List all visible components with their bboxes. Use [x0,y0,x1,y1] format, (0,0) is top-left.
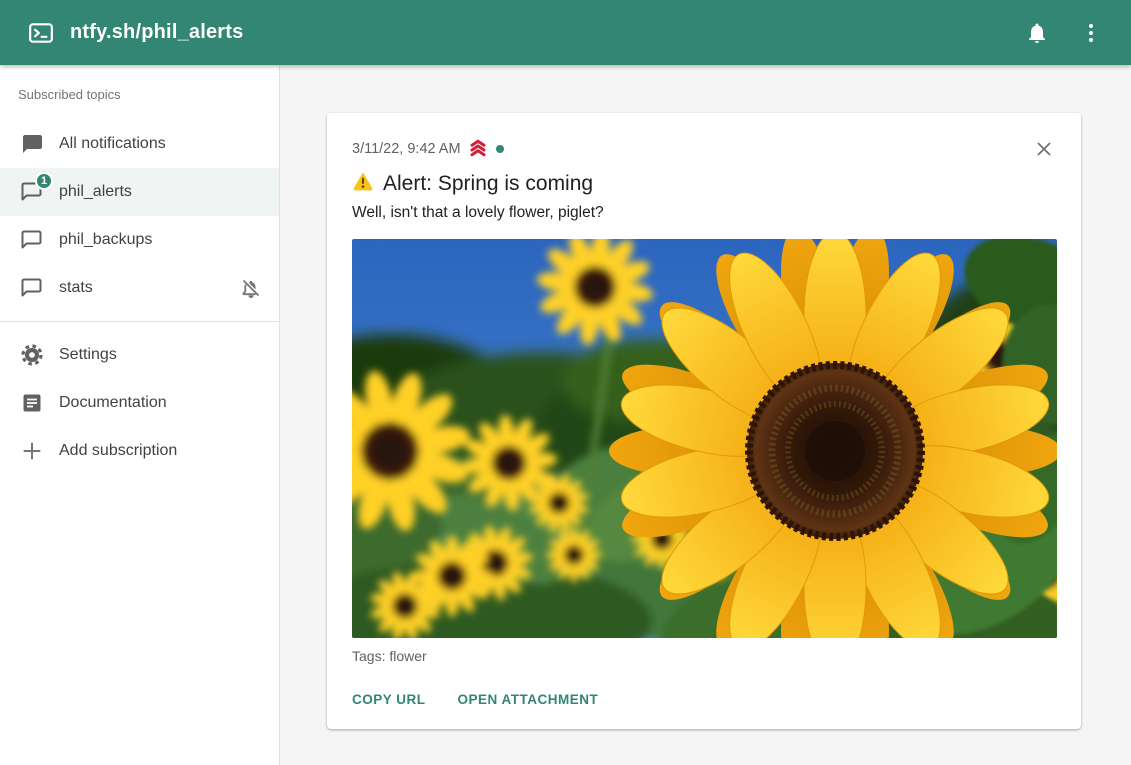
chat-filled-icon [20,132,44,156]
main-content: 3/11/22, 9:42 AM [280,65,1131,765]
copy-url-button[interactable]: COPY URL [352,690,426,709]
plus-icon [20,439,44,463]
priority-max-icon [468,137,488,161]
close-notification-button[interactable] [1031,136,1057,162]
notification-timestamp: 3/11/22, 9:42 AM [352,141,461,157]
app-bar: ntfy.sh/phil_alerts [0,0,1131,65]
sidebar-item-label: stats [59,279,93,297]
app-title: ntfy.sh/phil_alerts [70,21,243,44]
sidebar-item-label: Settings [59,346,117,364]
sidebar-item-label: phil_backups [59,231,152,249]
sidebar-item-label: All notifications [59,135,166,153]
chat-outline-icon [20,228,44,252]
unread-dot-icon [496,145,504,153]
sidebar-item-stats[interactable]: stats [0,264,279,312]
sidebar-item-add-subscription[interactable]: Add subscription [0,427,279,475]
sidebar-item-all-notifications[interactable]: All notifications [0,120,279,168]
open-attachment-button[interactable]: OPEN ATTACHMENT [458,690,599,709]
sidebar-divider [0,321,279,322]
sidebar: Subscribed topics All notifications 1 ph… [0,65,280,765]
unread-count-badge: 1 [35,172,53,190]
notifications-muted-icon [239,276,263,300]
notifications-bell-button[interactable] [1023,19,1051,47]
sidebar-item-label: Add subscription [59,442,177,460]
sidebar-item-settings[interactable]: Settings [0,331,279,379]
notification-body: Well, isn't that a lovely flower, piglet… [352,204,1057,222]
sidebar-item-label: phil_alerts [59,183,132,201]
notification-card: 3/11/22, 9:42 AM [327,113,1081,729]
sidebar-item-phil-alerts[interactable]: 1 phil_alerts [0,168,279,216]
chat-outline-icon: 1 [20,180,44,204]
sidebar-item-documentation[interactable]: Documentation [0,379,279,427]
gear-icon [20,343,44,367]
ntfy-terminal-logo-icon [28,20,54,46]
subscribed-topics-label: Subscribed topics [0,87,279,102]
notification-actions: COPY URL OPEN ATTACHMENT [352,690,1057,709]
overflow-menu-button[interactable] [1077,19,1105,47]
notification-title-row: Alert: Spring is coming [352,170,1057,198]
sidebar-item-phil-backups[interactable]: phil_backups [0,216,279,264]
notification-tags: Tags: flower [352,648,1057,664]
attachment-image[interactable] [352,239,1057,638]
notification-meta-row: 3/11/22, 9:42 AM [352,136,1057,162]
chat-outline-icon [20,276,44,300]
notification-title: Alert: Spring is coming [383,172,593,196]
warning-triangle-icon [352,170,374,198]
article-icon [20,391,44,415]
sidebar-item-label: Documentation [59,394,167,412]
